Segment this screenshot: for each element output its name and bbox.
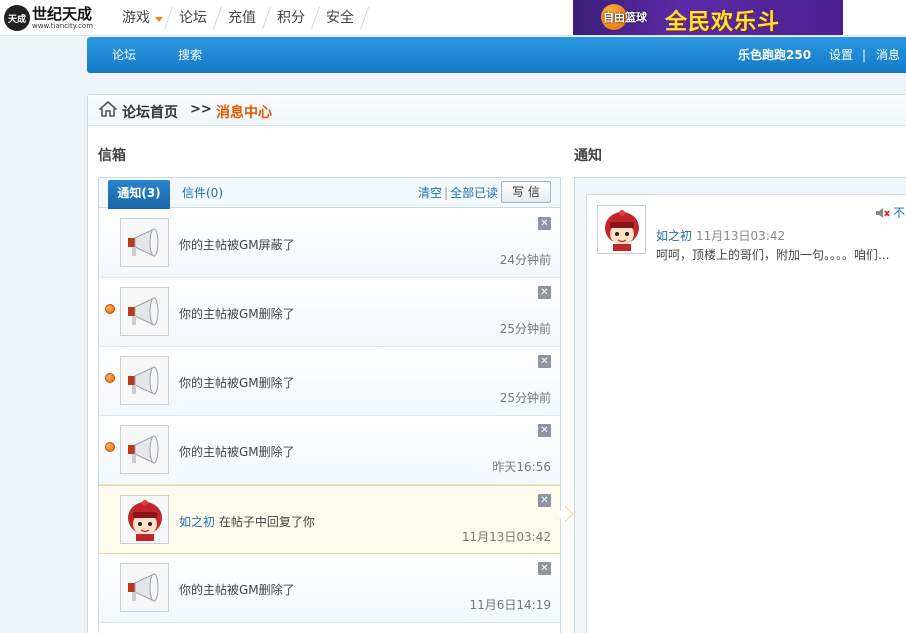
message-time: 25分钟前 bbox=[499, 322, 551, 336]
site-topbar: 天成 世纪天成 www.tiancity.com 游戏 论坛 充值 积分 安全 … bbox=[0, 0, 906, 36]
notice-user-link[interactable]: 如之初 bbox=[656, 227, 692, 244]
list-item[interactable]: 你的主帖被GM删除了 昨天16:56 ✕ bbox=[99, 416, 560, 485]
mark-all-read-link[interactable]: 全部已读 bbox=[450, 186, 498, 200]
tab-mail[interactable]: 信件(0) bbox=[182, 178, 223, 208]
message-text: 如之初 在帖子中回复了你 bbox=[179, 515, 315, 529]
notice-title: 通知 bbox=[574, 148, 602, 164]
message-text: 你的主帖被GM删除了 bbox=[179, 583, 295, 597]
breadcrumb: 论坛首页 >> 消息中心 bbox=[88, 95, 906, 126]
megaphone-icon bbox=[120, 356, 169, 405]
close-icon[interactable]: ✕ bbox=[538, 217, 551, 230]
site-nav-security[interactable]: 安全 bbox=[316, 0, 364, 36]
unread-dot-icon bbox=[105, 373, 115, 383]
list-item[interactable]: 你的主帖被GM删除了 25分钟前 ✕ bbox=[99, 347, 560, 416]
mute-speaker-icon bbox=[876, 207, 890, 218]
megaphone-icon bbox=[120, 218, 169, 267]
forum-nav-messages[interactable]: 消息 bbox=[876, 37, 900, 73]
inbox-title: 信箱 bbox=[98, 148, 126, 164]
breadcrumb-arrow: >> bbox=[190, 102, 212, 117]
megaphone-icon bbox=[120, 287, 169, 336]
message-time: 11月13日03:42 bbox=[461, 530, 551, 544]
list-item[interactable]: 你的主帖被GM删除了 11月6日14:19 ✕ bbox=[99, 554, 560, 623]
forum-nav-settings[interactable]: 设置 bbox=[829, 37, 853, 73]
close-icon[interactable]: ✕ bbox=[538, 286, 551, 299]
close-icon[interactable]: ✕ bbox=[538, 355, 551, 368]
forum-nav-search[interactable]: 搜索 bbox=[178, 37, 202, 73]
close-icon[interactable]: ✕ bbox=[538, 494, 551, 507]
forum-nav-username[interactable]: 乐色跑跑250 bbox=[738, 37, 811, 73]
site-nav-forum[interactable]: 论坛 bbox=[169, 0, 217, 36]
message-text: 你的主帖被GM删除了 bbox=[179, 445, 295, 459]
site-nav-recharge[interactable]: 充值 bbox=[218, 0, 266, 36]
ad-banner[interactable]: 自由篮球 全民欢乐斗 bbox=[573, 0, 843, 35]
site-logo[interactable]: 天成 世纪天成 www.tiancity.com bbox=[4, 4, 100, 32]
write-mail-button[interactable]: 写 信 bbox=[501, 181, 551, 203]
notice-panel: 不再 如之初 11月13日03:42 呵呵，顶楼上的哥们，附加一句。。。。咱们.… bbox=[574, 177, 906, 633]
user-avatar[interactable] bbox=[597, 205, 646, 254]
message-text: 你的主帖被GM屏蔽了 bbox=[179, 238, 295, 252]
home-icon[interactable] bbox=[99, 101, 117, 117]
notice-body[interactable]: 呵呵，顶楼上的哥们，附加一句。。。。咱们... bbox=[656, 246, 889, 263]
list-item[interactable]: 你的主帖被GM删除了 25分钟前 ✕ bbox=[99, 278, 560, 347]
message-center: 论坛首页 >> 消息中心 信箱 通知 通知(3) 信件(0) 清空 | 全部已读 写… bbox=[87, 94, 906, 633]
breadcrumb-current: 消息中心 bbox=[216, 105, 272, 121]
unread-dot-icon bbox=[105, 304, 115, 314]
mute-notice-button[interactable]: 不再 bbox=[875, 204, 906, 221]
clear-link[interactable]: 清空 bbox=[418, 186, 442, 200]
megaphone-icon bbox=[120, 425, 169, 474]
close-icon[interactable]: ✕ bbox=[538, 562, 551, 575]
list-item[interactable]: 你的主帖被GM屏蔽了 24分钟前 ✕ bbox=[99, 209, 560, 278]
site-nav-points[interactable]: 积分 bbox=[267, 0, 315, 36]
message-text: 你的主帖被GM删除了 bbox=[179, 307, 295, 321]
message-time: 昨天16:56 bbox=[492, 460, 551, 474]
notice-time: 11月13日03:42 bbox=[696, 229, 786, 243]
close-icon[interactable]: ✕ bbox=[538, 424, 551, 437]
message-text: 你的主帖被GM删除了 bbox=[179, 376, 295, 390]
banner-slogan: 全民欢乐斗 bbox=[665, 10, 781, 35]
megaphone-icon bbox=[120, 563, 169, 612]
banner-game-name: 自由篮球 bbox=[603, 11, 647, 24]
logo-name: 世纪天成 bbox=[32, 5, 93, 23]
message-user-link[interactable]: 如之初 bbox=[179, 515, 215, 529]
site-nav: 游戏 论坛 充值 积分 安全 bbox=[112, 0, 370, 36]
logo-badge-icon: 天成 bbox=[4, 5, 30, 31]
user-avatar bbox=[120, 495, 169, 544]
forum-nav: 论坛 搜索 乐色跑跑250 设置 | 消息 bbox=[87, 37, 906, 73]
inbox-tabs: 通知(3) 信件(0) 清空 | 全部已读 写 信 bbox=[99, 178, 560, 209]
notice-card: 不再 如之初 11月13日03:42 呵呵，顶楼上的哥们，附加一句。。。。咱们.… bbox=[586, 194, 906, 633]
list-item-selected[interactable]: 如之初 在帖子中回复了你 11月13日03:42 ✕ bbox=[99, 485, 574, 554]
site-nav-games[interactable]: 游戏 bbox=[112, 0, 168, 36]
tab-notices[interactable]: 通知(3) bbox=[108, 180, 170, 209]
message-time: 11月6日14:19 bbox=[469, 598, 552, 612]
forum-nav-forum[interactable]: 论坛 bbox=[112, 37, 136, 73]
chevron-down-icon bbox=[155, 17, 163, 22]
action-separator: | bbox=[444, 186, 449, 200]
logo-url: www.tiancity.com bbox=[32, 22, 94, 30]
forum-nav-separator: | bbox=[862, 48, 867, 62]
breadcrumb-home[interactable]: 论坛首页 bbox=[122, 102, 178, 122]
inbox-panel: 通知(3) 信件(0) 清空 | 全部已读 写 信 你的主帖被GM屏蔽了 24分钟前… bbox=[98, 177, 574, 633]
selection-pointer bbox=[556, 505, 574, 523]
unread-dot-icon bbox=[105, 442, 115, 452]
message-time: 25分钟前 bbox=[499, 391, 551, 405]
message-time: 24分钟前 bbox=[499, 253, 551, 267]
